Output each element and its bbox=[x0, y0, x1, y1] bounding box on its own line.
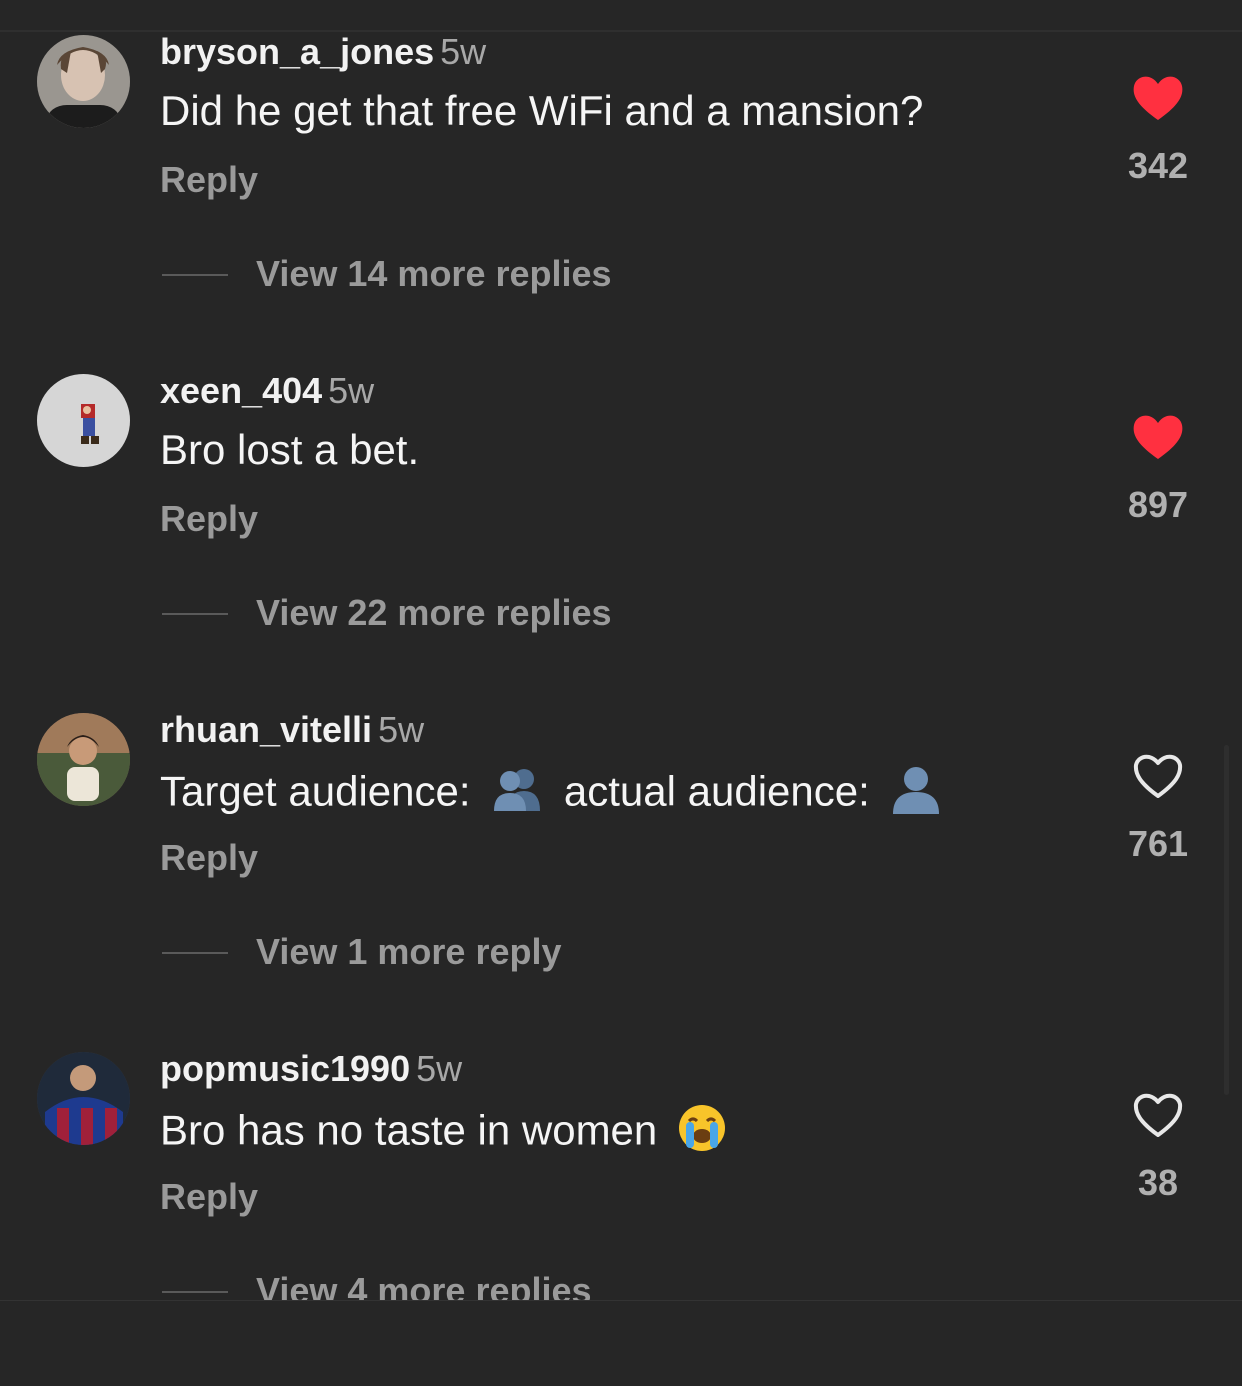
bust-in-silhouette-icon bbox=[889, 764, 943, 825]
like-count: 38 bbox=[1137, 1162, 1179, 1203]
divider-line bbox=[162, 613, 228, 615]
scrollbar[interactable] bbox=[1224, 745, 1229, 1095]
divider-line bbox=[162, 274, 228, 276]
username[interactable]: xeen_404 bbox=[160, 370, 322, 411]
comment-text: Bro lost a bet. bbox=[160, 426, 420, 473]
avatar[interactable] bbox=[37, 1052, 130, 1145]
comment-header: rhuan_vitelli 5w bbox=[160, 708, 424, 752]
avatar[interactable] bbox=[37, 35, 130, 128]
comment-header: xeen_404 5w bbox=[160, 369, 374, 413]
comment-item: rhuan_vitelli 5w Target audience: actual … bbox=[0, 708, 1242, 1047]
view-more-label[interactable]: View 22 more replies bbox=[256, 591, 612, 635]
like-count: 897 bbox=[1127, 484, 1189, 525]
view-more-label[interactable]: View 14 more replies bbox=[256, 252, 612, 296]
comment-header: bryson_a_jones 5w bbox=[160, 30, 486, 74]
comment-text: Did he get that free WiFi and a mansion? bbox=[160, 87, 924, 134]
busts-in-silhouette-icon bbox=[490, 765, 544, 824]
heart-outline-icon[interactable] bbox=[1130, 1089, 1186, 1141]
divider-line bbox=[162, 1291, 228, 1293]
reply-button[interactable]: Reply bbox=[160, 1175, 258, 1219]
comment-item: xeen_404 5w Bro lost a bet. Reply 897 Vie… bbox=[0, 369, 1242, 708]
username[interactable]: rhuan_vitelli bbox=[160, 709, 372, 750]
comment-text: Bro has no taste in women bbox=[160, 1103, 735, 1164]
comment-text-part: Target audience: bbox=[160, 767, 471, 815]
bottom-divider bbox=[0, 1300, 1242, 1318]
loudly-crying-face-icon bbox=[677, 1103, 727, 1164]
comment-text: Target audience: actual audience: bbox=[160, 764, 951, 825]
avatar[interactable] bbox=[37, 713, 130, 806]
view-more-label[interactable]: View 1 more reply bbox=[256, 930, 562, 974]
heart-icon[interactable] bbox=[1130, 411, 1186, 463]
reply-button[interactable]: Reply bbox=[160, 158, 258, 202]
username[interactable]: bryson_a_jones bbox=[160, 31, 434, 72]
reply-button[interactable]: Reply bbox=[160, 836, 258, 880]
comment-item: popmusic1990 5w Bro has no taste in women… bbox=[0, 1047, 1242, 1386]
divider-line bbox=[162, 952, 228, 954]
username[interactable]: popmusic1990 bbox=[160, 1048, 410, 1089]
timestamp: 5w bbox=[416, 1048, 463, 1089]
comment-text-part: Bro has no taste in women bbox=[160, 1106, 658, 1154]
like-count: 342 bbox=[1127, 145, 1189, 186]
avatar[interactable] bbox=[37, 374, 130, 467]
comment-item: bryson_a_jones 5w Did he get that free Wi… bbox=[0, 30, 1242, 369]
like-count: 761 bbox=[1127, 823, 1189, 864]
heart-outline-icon[interactable] bbox=[1130, 750, 1186, 802]
timestamp: 5w bbox=[440, 31, 487, 72]
heart-icon[interactable] bbox=[1130, 72, 1186, 124]
comment-text-part: actual audience: bbox=[563, 767, 870, 815]
timestamp: 5w bbox=[328, 370, 375, 411]
comment-header: popmusic1990 5w bbox=[160, 1047, 462, 1091]
reply-button[interactable]: Reply bbox=[160, 497, 258, 541]
timestamp: 5w bbox=[378, 709, 425, 750]
